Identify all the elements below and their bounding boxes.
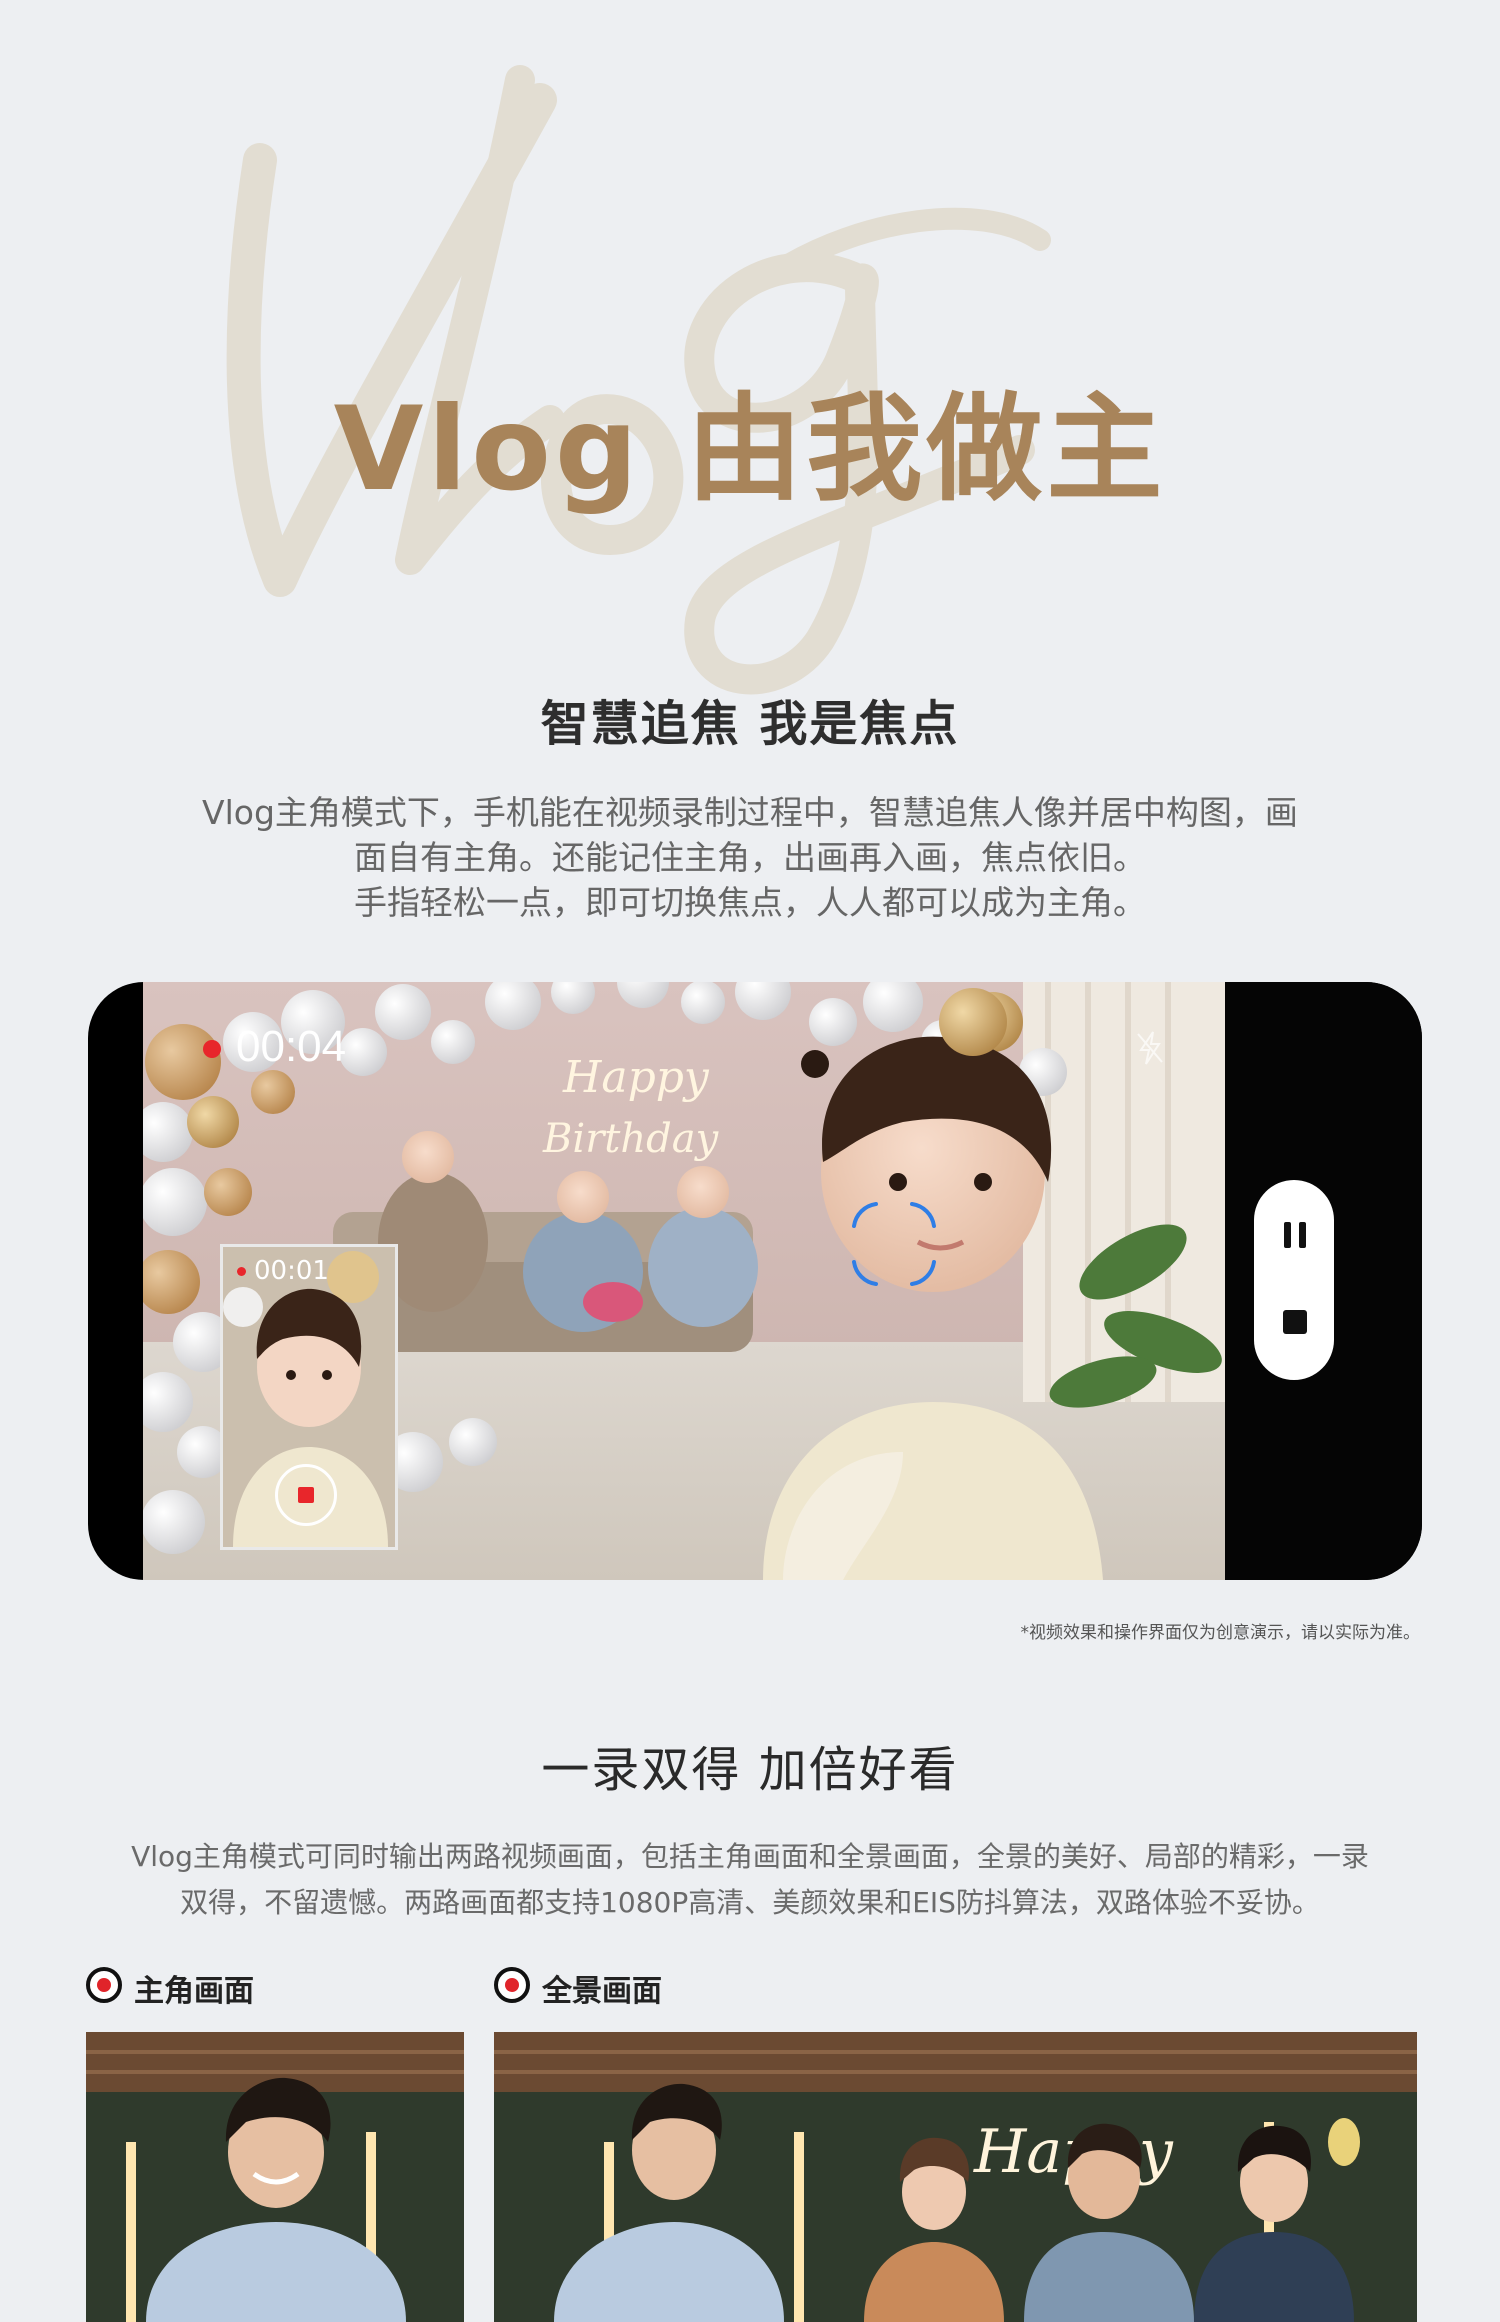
- pip-timer: 00:01: [254, 1256, 329, 1286]
- tab-panorama-view[interactable]: 全景画面: [542, 1966, 662, 2010]
- flash-off-icon[interactable]: [1135, 1030, 1165, 1066]
- section-description-focus: Vlog主角模式下，手机能在视频录制过程中，智慧追焦人像并居中构图，画 面自有主…: [105, 790, 1395, 925]
- record-radio-icon[interactable]: [86, 1967, 122, 2003]
- record-controls: [1254, 1180, 1334, 1380]
- pip-record-icon[interactable]: [275, 1464, 337, 1526]
- section-title-focus: 智慧追焦 我是焦点: [540, 696, 960, 752]
- page-title: Vlog 由我做主: [333, 382, 1167, 517]
- section-description-dual: Vlog主角模式可同时输出两路视频画面，包括主角画面和全景画面，全景的美好、局部…: [100, 1834, 1400, 1926]
- neon-sign: Happy: [562, 1052, 710, 1103]
- neon-sign: Birthday: [542, 1116, 720, 1162]
- section-title-dual: 一录双得 加倍好看: [541, 1742, 959, 1798]
- tab-protagonist-view[interactable]: 主角画面: [134, 1966, 254, 2010]
- description-line: 双得，不留遗憾。两路画面都支持1080P高清、美颜效果和EIS防抖算法，双路体验…: [180, 1886, 1320, 1919]
- description-line: Vlog主角模式下，手机能在视频录制过程中，智慧追焦人像并居中构图，画: [202, 793, 1298, 832]
- description-line: 手指轻松一点，即可切换焦点，人人都可以成为主角。: [354, 883, 1146, 922]
- panorama-view-image: Happy: [494, 2032, 1417, 2322]
- description-line: Vlog主角模式可同时输出两路视频画面，包括主角画面和全景画面，全景的美好、局部…: [131, 1840, 1369, 1873]
- record-radio-icon[interactable]: [494, 1967, 530, 2003]
- recording-timer: 00:04: [236, 1022, 347, 1071]
- description-line: 面自有主角。还能记住主角，出画再入画，焦点依旧。: [354, 838, 1146, 877]
- disclaimer-note: *视频效果和操作界面仅为创意演示，请以实际为准。: [1020, 1623, 1421, 1643]
- protagonist-view-image: [86, 2032, 464, 2322]
- pip-record-dot-icon: [237, 1267, 246, 1276]
- pause-icon[interactable]: [1284, 1222, 1306, 1248]
- focus-frame-icon[interactable]: [850, 1200, 938, 1288]
- stop-icon[interactable]: [1283, 1310, 1307, 1334]
- record-dot-icon: [203, 1040, 221, 1058]
